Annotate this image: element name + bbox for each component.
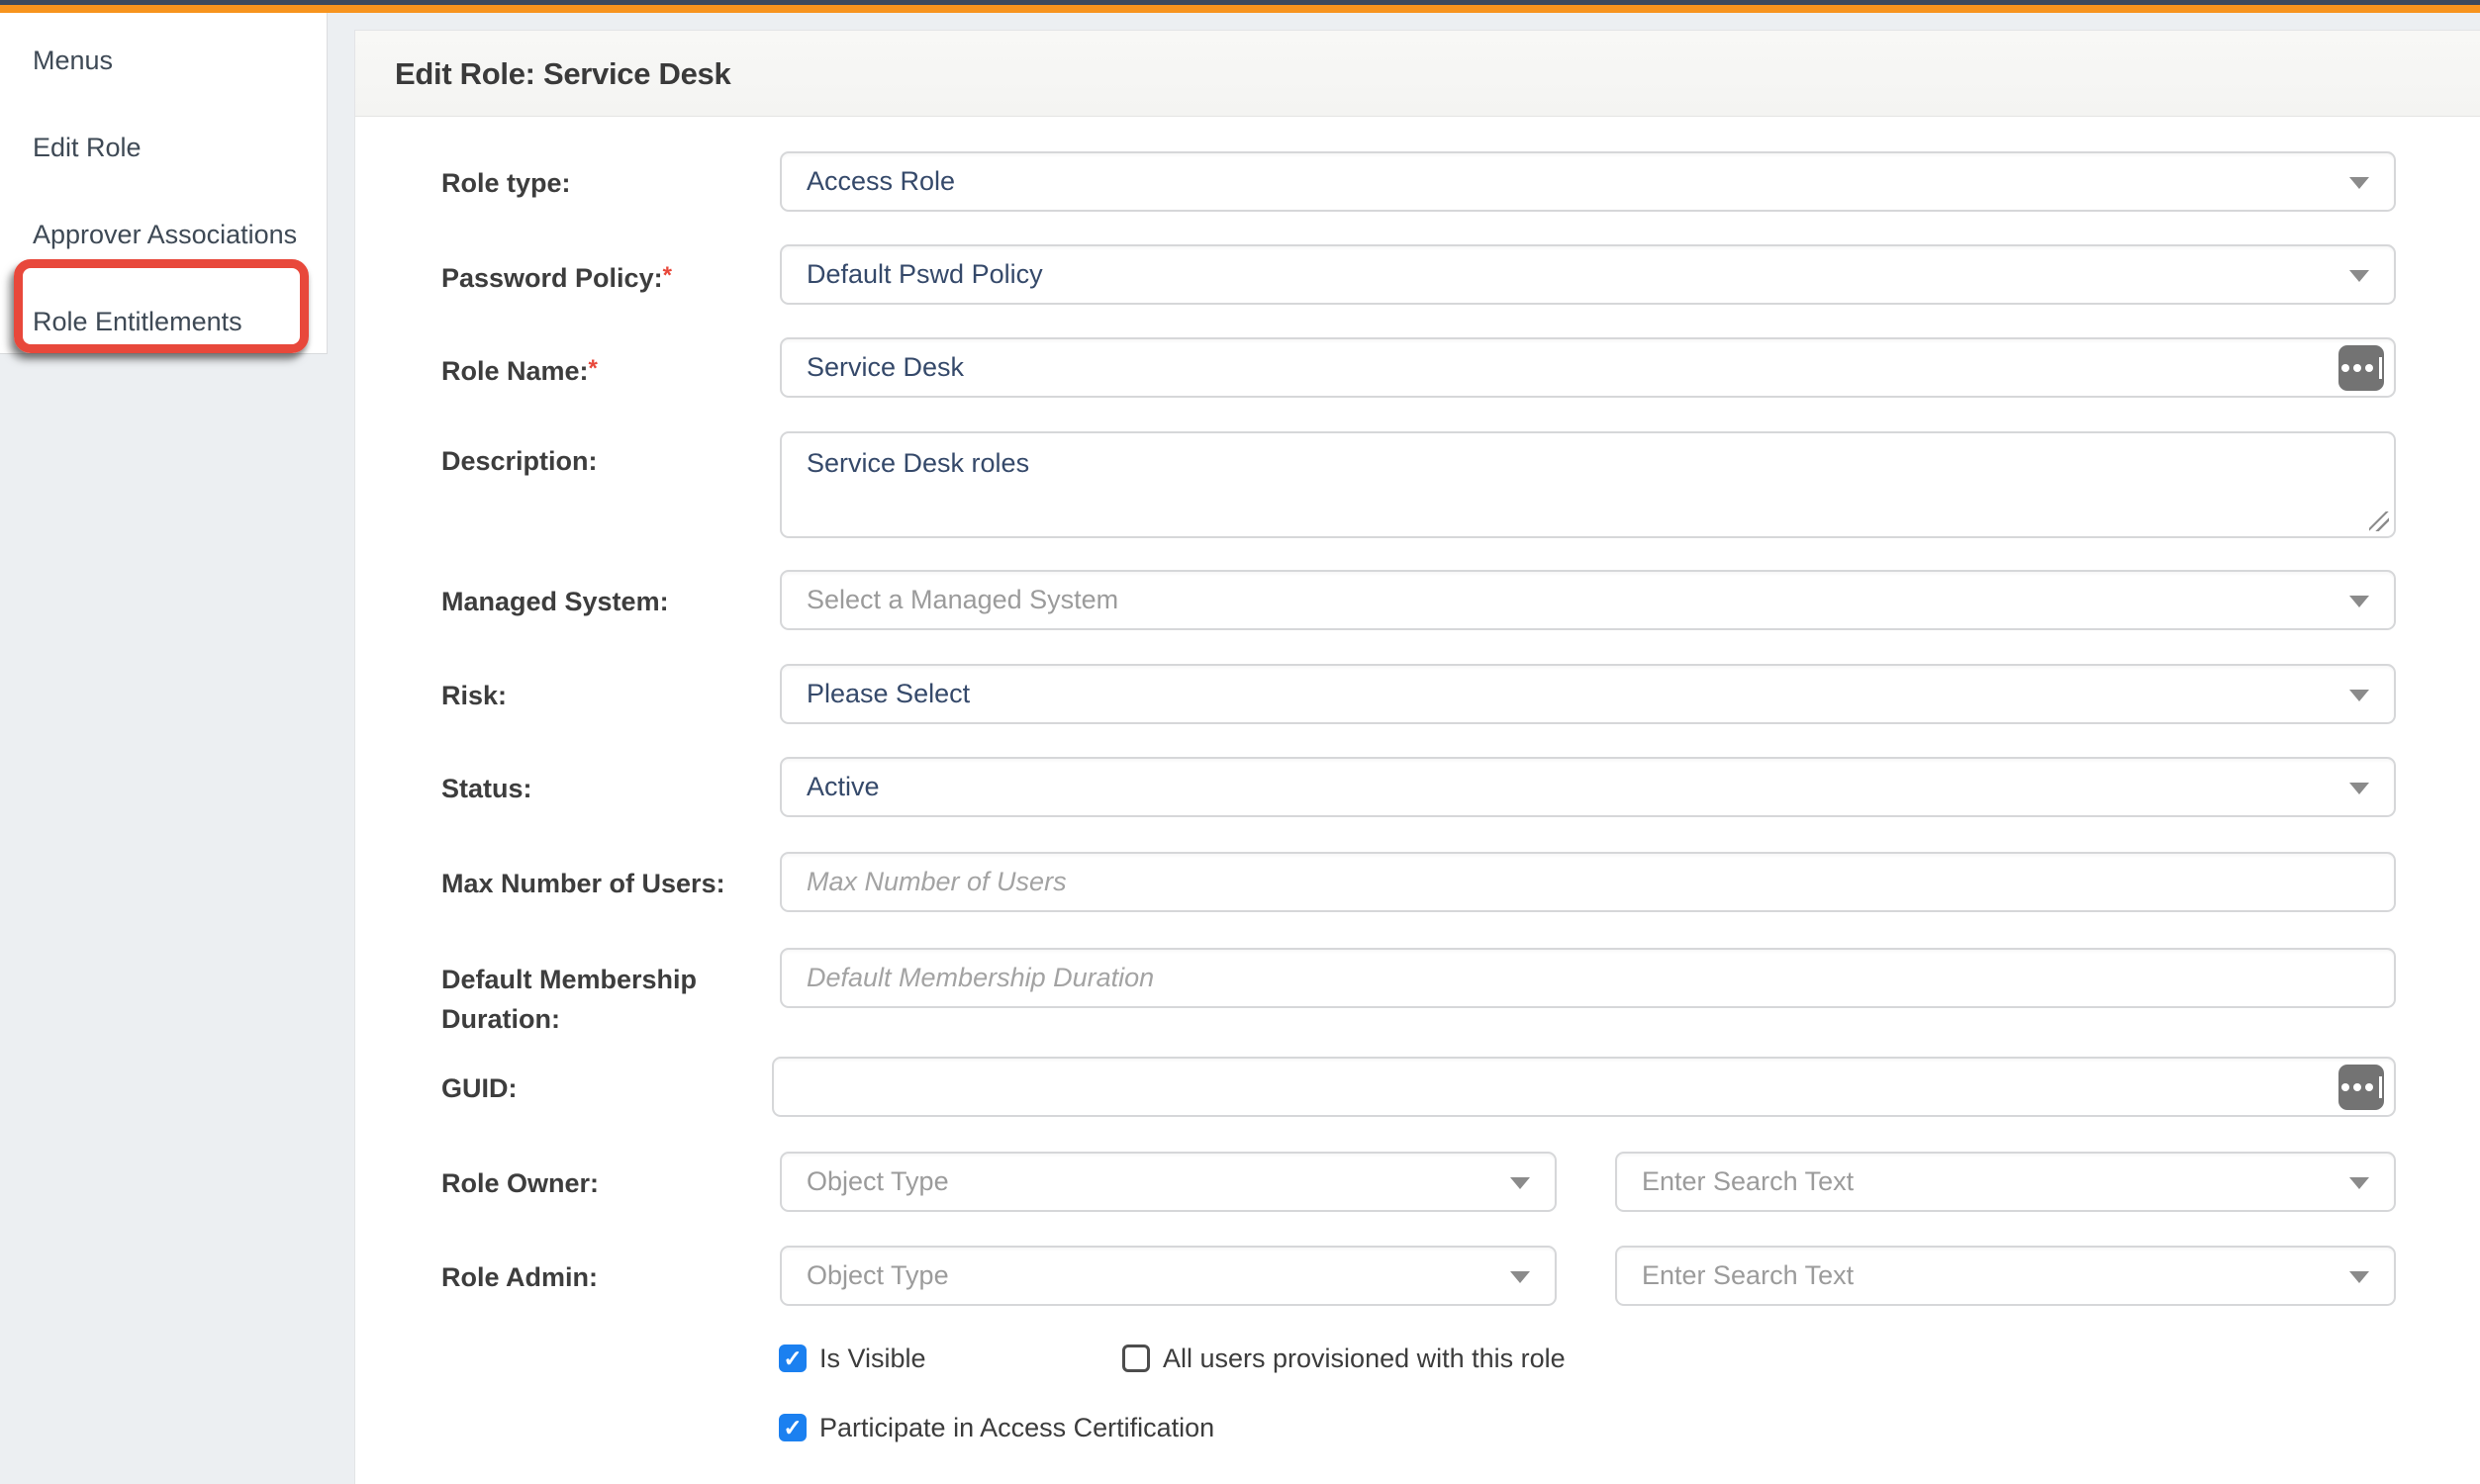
chevron-down-icon <box>1510 1177 1530 1189</box>
password-policy-select[interactable]: Default Pswd Policy <box>780 244 2396 305</box>
chevron-down-icon <box>1510 1271 1530 1283</box>
role-admin-object-type-select[interactable]: Object Type <box>780 1246 1557 1306</box>
chevron-down-icon <box>2349 1177 2369 1189</box>
role-owner-label: Role Owner: <box>441 1163 760 1203</box>
chevron-down-icon <box>2349 270 2369 282</box>
membership-duration-label: Default Membership Duration: <box>441 960 760 1039</box>
sidebar-item-role-entitlements[interactable]: Role Entitlements <box>33 307 242 337</box>
search-text-placeholder: Enter Search Text <box>1642 1248 1854 1304</box>
edit-role-panel: Edit Role: Service Desk Role type: Acces… <box>354 30 2480 1484</box>
role-owner-search-select[interactable]: Enter Search Text <box>1615 1152 2396 1212</box>
page-title: Edit Role: Service Desk <box>395 31 730 117</box>
risk-value: Please Select <box>807 666 970 722</box>
role-name-input[interactable]: Service Desk <box>780 337 2396 398</box>
chevron-down-icon <box>2349 783 2369 794</box>
role-name-value: Service Desk <box>807 339 964 396</box>
all-users-label: All users provisioned with this role <box>1163 1343 1566 1374</box>
membership-duration-input[interactable] <box>780 948 2396 1008</box>
role-type-label: Role type: <box>441 163 760 203</box>
chevron-down-icon <box>2349 690 2369 701</box>
panel-header: Edit Role: Service Desk <box>355 31 2480 117</box>
password-policy-value: Default Pswd Policy <box>807 246 1043 303</box>
participate-checkbox[interactable] <box>779 1414 807 1441</box>
risk-select[interactable]: Please Select <box>780 664 2396 724</box>
ellipsis-icon <box>2341 364 2349 372</box>
status-select[interactable]: Active <box>780 757 2396 817</box>
guid-label: GUID: <box>441 1068 760 1108</box>
password-policy-label: Password Policy:* <box>441 256 760 298</box>
role-name-label: Role Name:* <box>441 349 760 391</box>
role-type-select[interactable]: Access Role <box>780 151 2396 212</box>
is-visible-checkbox[interactable] <box>779 1345 807 1372</box>
sidebar-item-menus[interactable]: Menus <box>33 46 113 76</box>
top-orange-bar <box>0 5 2480 13</box>
object-type-placeholder: Object Type <box>807 1154 949 1210</box>
resize-handle-icon[interactable] <box>2369 511 2389 531</box>
risk-label: Risk: <box>441 676 760 715</box>
sidebar-item-edit-role[interactable]: Edit Role <box>33 133 142 163</box>
status-value: Active <box>807 759 880 815</box>
description-value: Service Desk roles <box>807 446 1029 480</box>
ellipsis-icon <box>2341 1083 2349 1091</box>
participate-label: Participate in Access Certification <box>819 1412 1214 1443</box>
chevron-down-icon <box>2349 177 2369 189</box>
managed-system-select[interactable]: Select a Managed System <box>780 570 2396 630</box>
max-users-input[interactable] <box>780 852 2396 912</box>
managed-system-placeholder: Select a Managed System <box>807 572 1118 628</box>
description-label: Description: <box>441 441 760 481</box>
sidebar-item-approver-associations[interactable]: Approver Associations <box>33 220 297 250</box>
role-admin-label: Role Admin: <box>441 1257 760 1297</box>
role-owner-object-type-select[interactable]: Object Type <box>780 1152 1557 1212</box>
managed-system-label: Managed System: <box>441 582 760 621</box>
max-users-label: Max Number of Users: <box>441 864 760 903</box>
guid-input[interactable] <box>772 1057 2396 1117</box>
all-users-checkbox[interactable] <box>1122 1345 1150 1372</box>
chevron-down-icon <box>2349 1271 2369 1283</box>
object-type-placeholder: Object Type <box>807 1248 949 1304</box>
ellipsis-button[interactable] <box>2338 1065 2384 1110</box>
description-textarea[interactable]: Service Desk roles <box>780 431 2396 538</box>
role-type-value: Access Role <box>807 153 955 210</box>
sidebar: Menus Edit Role Approver Associations Ro… <box>0 13 328 354</box>
role-admin-search-select[interactable]: Enter Search Text <box>1615 1246 2396 1306</box>
search-text-placeholder: Enter Search Text <box>1642 1154 1854 1210</box>
chevron-down-icon <box>2349 596 2369 607</box>
ellipsis-button[interactable] <box>2338 345 2384 391</box>
is-visible-label: Is Visible <box>819 1343 926 1374</box>
status-label: Status: <box>441 769 760 808</box>
